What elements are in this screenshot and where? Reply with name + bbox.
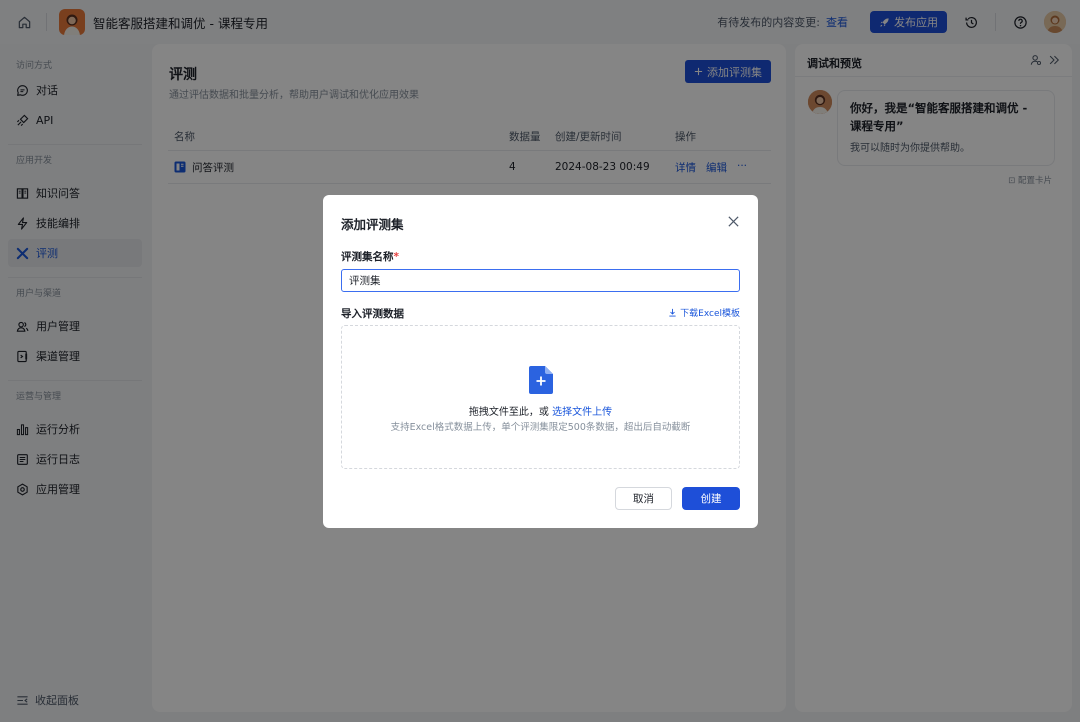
drop-instruction: 拖拽文件至此，或 选择文件上传	[342, 403, 739, 418]
download-template-link[interactable]: 下载Excel模板	[668, 306, 740, 319]
evaluation-set-name-input[interactable]	[341, 269, 740, 292]
file-dropzone[interactable]: 拖拽文件至此，或 选择文件上传 支持Excel格式数据上传，单个评测集限定500…	[341, 325, 740, 469]
select-file-link[interactable]: 选择文件上传	[552, 407, 612, 418]
add-file-icon	[529, 366, 553, 394]
download-icon	[669, 308, 676, 317]
app-window: 智能客服搭建和调优 - 课程专用 有待发布的内容变更: 查看 发布应用 访问方式	[0, 0, 1080, 722]
import-data-label: 导入评测数据	[341, 308, 404, 320]
dialog-title: 添加评测集	[341, 217, 404, 232]
required-mark: *	[393, 251, 400, 263]
name-field-label: 评测集名称*	[341, 249, 399, 264]
create-button[interactable]: 创建	[682, 487, 740, 510]
cancel-button[interactable]: 取消	[615, 487, 672, 510]
upload-hint: 支持Excel格式数据上传，单个评测集限定500条数据，超出后自动截断	[390, 422, 691, 433]
name-label-text: 评测集名称	[341, 251, 394, 263]
drop-text: 拖拽文件至此，或	[468, 407, 549, 418]
close-icon[interactable]	[724, 212, 742, 230]
add-evaluation-set-dialog: 添加评测集 评测集名称* 导入评测数据 下载Excel模板 拖拽文件至此，或 选…	[323, 195, 758, 528]
download-template-label: 下载Excel模板	[680, 309, 740, 319]
